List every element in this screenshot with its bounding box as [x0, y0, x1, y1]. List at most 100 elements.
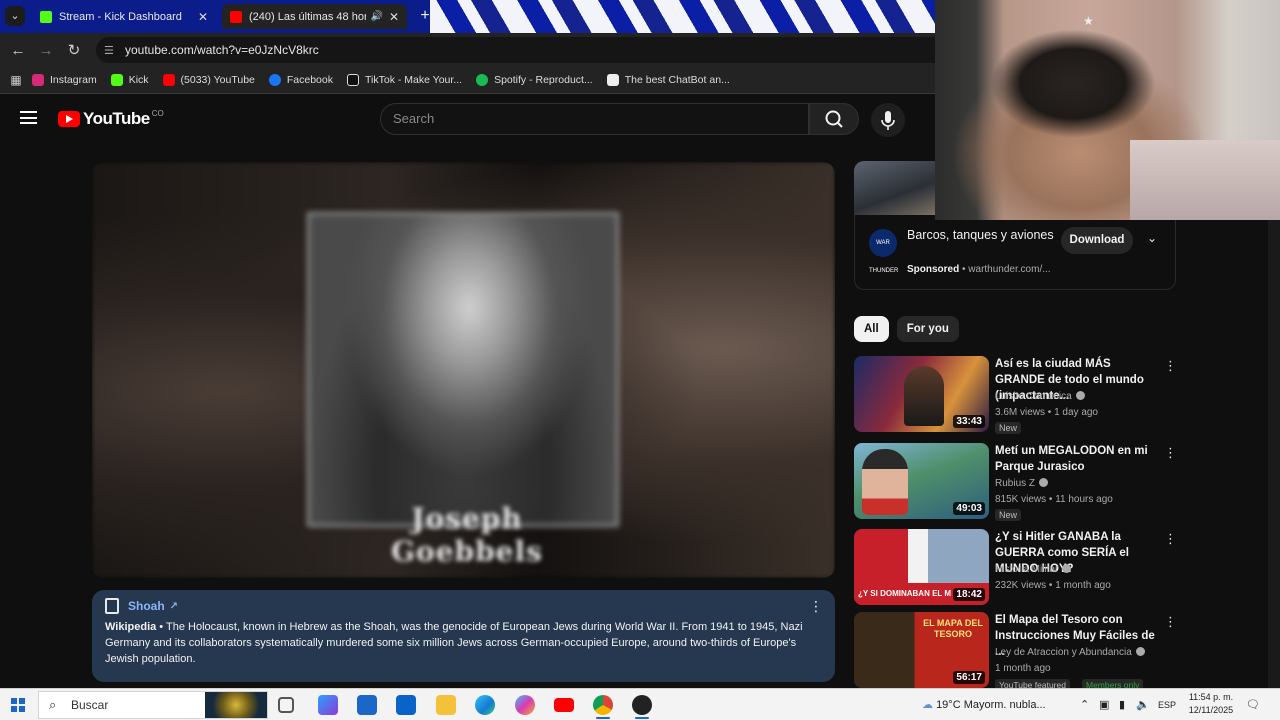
forward-arrow-icon[interactable]: → — [32, 42, 60, 59]
sponsored-ad-card[interactable]: WAR THUNDER Barcos, tanques y aviones Sp… — [854, 215, 1176, 290]
window-background-pattern — [430, 0, 935, 33]
tab-youtube-video[interactable]: (240) Las últimas 48 horas d 🔊 ✕ — [222, 4, 407, 29]
taskbar-search-box[interactable]: ⌕ Buscar — [38, 691, 268, 719]
more-options-icon[interactable]: ⋮ — [809, 598, 823, 615]
more-options-icon[interactable]: ⋮ — [1164, 358, 1177, 374]
reload-icon[interactable]: ↻ — [60, 41, 88, 59]
ad-thumbnail[interactable] — [854, 161, 935, 215]
site-info-icon[interactable]: ☰ — [104, 44, 118, 57]
search-icon: ⌕ — [49, 697, 57, 712]
store-icon[interactable] — [357, 695, 377, 715]
url-text: youtube.com/watch?v=e0JzNcV8krc — [125, 43, 319, 57]
bookmark-chatbot[interactable]: The best ChatBot an... — [606, 74, 730, 86]
voice-search-button[interactable] — [871, 103, 905, 137]
menu-icon[interactable] — [20, 111, 37, 124]
file-explorer-icon[interactable] — [436, 695, 456, 715]
edge-icon[interactable] — [475, 695, 495, 715]
notifications-icon[interactable]: 🗨 — [1246, 689, 1260, 720]
ad-title[interactable]: Barcos, tanques y aviones — [907, 227, 1057, 244]
chip-for-you[interactable]: For you — [896, 316, 959, 342]
advertiser-logo: WAR THUNDER — [869, 229, 898, 274]
video-thumbnail[interactable]: EL MAPA DEL TESORO 56:17 — [854, 612, 989, 688]
close-tab-icon[interactable]: ✕ — [198, 10, 208, 24]
clock-time: 11:54 p. m. — [1188, 692, 1234, 702]
video-title[interactable]: Metí un MEGALODON en mi Parque Jurasico — [995, 443, 1160, 475]
video-meta: 815K views • 11 hours ago — [995, 494, 1113, 505]
video-meta: 232K views • 1 month ago — [995, 580, 1111, 591]
channel-label: Luisito Comunica — [995, 391, 1072, 402]
video-thumbnail[interactable]: 33:43 — [854, 356, 989, 432]
back-arrow-icon[interactable]: ← — [4, 42, 32, 59]
close-tab-icon[interactable]: ✕ — [389, 10, 399, 24]
bookmark-kick[interactable]: Kick — [110, 74, 149, 86]
copilot-icon[interactable] — [515, 695, 535, 715]
search-input[interactable]: Search — [380, 103, 809, 135]
channel-label: Rubius Z — [995, 478, 1036, 489]
address-bar[interactable]: ☰ youtube.com/watch?v=e0JzNcV8krc — [96, 37, 935, 63]
youtube-masthead: YouTube CO Search — [0, 95, 935, 145]
list-item[interactable]: ¿Y SI DOMINABAN EL M 18:42 ¿Y si Hitler … — [854, 529, 1184, 609]
info-panel-header[interactable]: Shoah ↗ — [105, 598, 822, 614]
weather-widget[interactable]: ☁ 19°C Mayorm. nubla... — [922, 689, 1046, 720]
channel-name[interactable]: Rubius Z — [995, 478, 1049, 489]
list-item[interactable]: EL MAPA DEL TESORO 56:17 El Mapa del Tes… — [854, 612, 1184, 692]
filter-chips: All For you — [854, 316, 959, 342]
task-view-icon[interactable] — [278, 697, 294, 713]
bookmark-tiktok[interactable]: TikTok - Make Your... — [347, 74, 462, 86]
info-description: • The Holocaust, known in Hebrew as the … — [105, 621, 803, 665]
tab-kick-dashboard[interactable]: Stream - Kick Dashboard ✕ — [32, 4, 216, 29]
bookmark-facebook[interactable]: Facebook — [268, 74, 333, 86]
new-tab-icon[interactable]: + — [416, 7, 434, 25]
video-thumbnail[interactable]: ¿Y SI DOMINABAN EL M 18:42 — [854, 529, 989, 605]
ad-sponsor-line: Sponsored • warthunder.com/... — [907, 264, 1051, 275]
bookmark-youtube[interactable]: (5033) YouTube — [162, 74, 255, 86]
sponsored-label: Sponsored — [907, 264, 960, 275]
windows-taskbar: ⌕ Buscar ☁ 19°C Mayorm. nubla... ⌃ ▣ ▮ 🔈… — [0, 688, 1280, 720]
bookmark-label: Spotify - Reproduct... — [494, 74, 593, 86]
more-options-icon[interactable]: ⋮ — [1164, 531, 1177, 547]
microphone-icon — [881, 111, 895, 130]
page-scrollbar[interactable] — [1268, 220, 1280, 688]
obs-icon[interactable] — [632, 695, 652, 715]
channel-name[interactable]: Historia Militar — [995, 564, 1072, 575]
network-icon[interactable]: ▣ — [1099, 689, 1109, 720]
list-item[interactable]: 49:03 Metí un MEGALODON en mi Parque Jur… — [854, 443, 1184, 523]
outlook-icon[interactable] — [396, 695, 416, 715]
channel-name[interactable]: Ley de Atraccion y Abundancia — [995, 647, 1145, 658]
audio-playing-icon[interactable]: 🔊 — [370, 11, 382, 22]
bookmark-label: The best ChatBot an... — [624, 74, 730, 86]
bookmark-spotify[interactable]: Spotify - Reproduct... — [476, 74, 593, 86]
video-player[interactable]: Joseph Goebbels — [92, 162, 835, 578]
logo-text: YouTube — [83, 109, 150, 128]
list-item[interactable]: 33:43 Así es la ciudad MÁS GRANDE de tod… — [854, 356, 1184, 436]
verified-icon — [1135, 647, 1145, 656]
windows-start-icon[interactable] — [11, 698, 25, 712]
apps-grid-icon[interactable]: ▦ — [0, 73, 32, 87]
tab-title: (240) Las últimas 48 horas d — [249, 10, 367, 23]
more-options-icon[interactable]: ⋮ — [1164, 614, 1177, 630]
video-thumbnail[interactable]: 49:03 — [854, 443, 989, 519]
system-clock[interactable]: 11:54 p. m. 12/11/2025 — [1184, 691, 1238, 717]
volume-icon[interactable]: 🔈 — [1136, 689, 1150, 720]
bookmark-label: TikTok - Make Your... — [365, 74, 463, 86]
search-button[interactable] — [809, 103, 859, 135]
clock-date: 12/11/2025 — [1188, 705, 1234, 715]
chevron-down-icon[interactable]: ⌄ — [1147, 231, 1157, 245]
chip-all[interactable]: All — [854, 316, 889, 342]
download-button[interactable]: Download — [1061, 227, 1133, 254]
app-icon-colorful[interactable] — [318, 695, 338, 715]
youtube-logo[interactable]: YouTube CO — [58, 109, 164, 129]
more-options-icon[interactable]: ⋮ — [1164, 445, 1177, 461]
channel-name[interactable]: Luisito Comunica — [995, 391, 1085, 402]
video-overlay-text: Joseph Goebbels — [391, 502, 543, 568]
info-panel-title[interactable]: Shoah — [128, 599, 165, 613]
language-indicator[interactable]: ESP — [1158, 689, 1176, 720]
youtube-app-icon[interactable] — [554, 698, 574, 712]
hidden-icons-chevron-icon[interactable]: ⌃ — [1080, 689, 1089, 720]
usb-icon[interactable]: ▮ — [1119, 689, 1125, 720]
spotify-icon — [476, 74, 489, 86]
tab-search-dropdown-icon[interactable]: ⌄ — [5, 6, 25, 26]
bookmark-instagram[interactable]: Instagram — [32, 74, 97, 86]
webcam-background-bed — [1130, 140, 1280, 220]
chrome-icon[interactable] — [593, 695, 613, 715]
